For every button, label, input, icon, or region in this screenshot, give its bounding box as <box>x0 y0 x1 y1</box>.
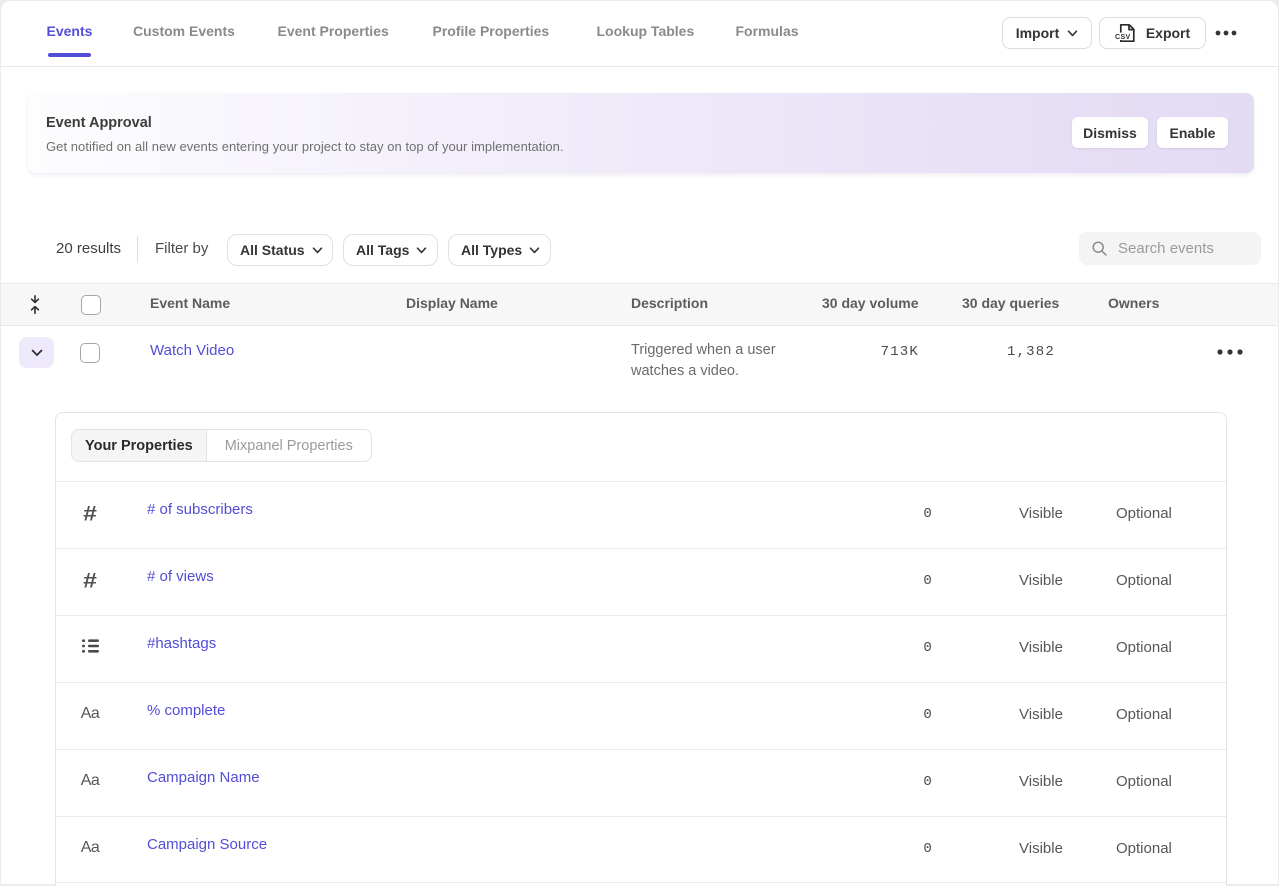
svg-text:CSV: CSV <box>1115 34 1131 41</box>
